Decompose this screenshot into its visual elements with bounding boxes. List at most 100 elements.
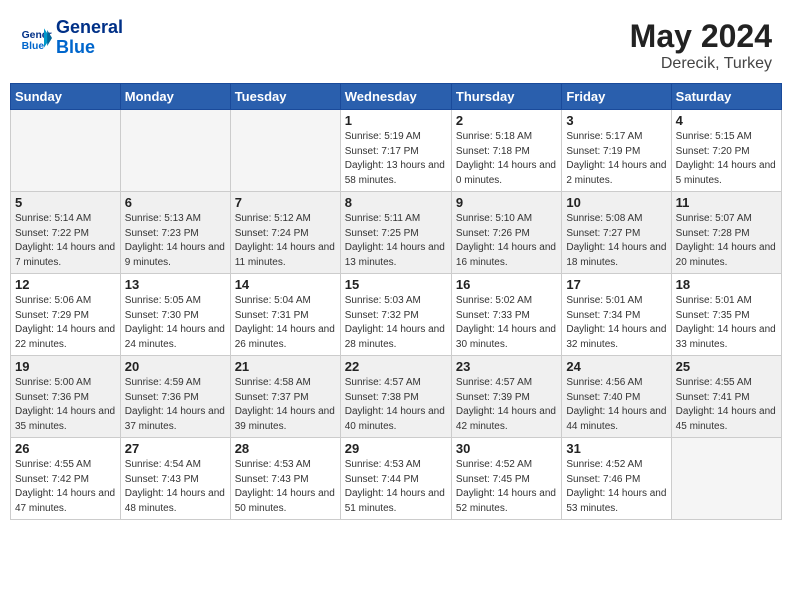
- day-info: Sunrise: 5:15 AMSunset: 7:20 PMDaylight:…: [676, 130, 777, 188]
- day-number: 29: [345, 441, 447, 456]
- calendar-cell: 29 Sunrise: 4:53 AMSunset: 7:44 PMDayligh…: [340, 438, 451, 520]
- calendar-cell: 14Sunrise: 5:04 AMSunset: 7:31 PMDayligh…: [230, 274, 340, 356]
- calendar-cell: 3 Sunrise: 5:17 AMSunset: 7:19 PMDaylight…: [562, 110, 671, 192]
- weekday-header-sunday: Sunday: [11, 84, 121, 110]
- calendar-week-3: 12 Sunrise: 5:06 AMSunset: 7:29 PMDayligh…: [11, 274, 782, 356]
- day-number: 1: [345, 113, 447, 128]
- day-info: Sunrise: 5:17 AMSunset: 7:19 PMDaylight:…: [566, 130, 666, 188]
- day-number: 16: [456, 277, 557, 292]
- day-number: 22: [345, 359, 447, 374]
- calendar-cell: 30 Sunrise: 4:52 AMSunset: 7:45 PMDayligh…: [451, 438, 561, 520]
- weekday-header-monday: Monday: [120, 84, 230, 110]
- day-info: Sunrise: 5:12 AMSunset: 7:24 PMDaylight:…: [235, 212, 336, 270]
- calendar-week-1: 1 Sunrise: 5:19 AMSunset: 7:17 PMDaylight…: [11, 110, 782, 192]
- svg-text:Blue: Blue: [22, 41, 45, 52]
- day-number: 6: [125, 195, 226, 210]
- day-info: Sunrise: 4:55 AMSunset: 7:41 PMDaylight:…: [676, 376, 777, 434]
- day-info: Sunrise: 5:14 AMSunset: 7:22 PMDaylight:…: [15, 212, 116, 270]
- calendar-cell: [120, 110, 230, 192]
- calendar-cell: 25Sunrise: 4:55 AMSunset: 7:41 PMDayligh…: [671, 356, 781, 438]
- day-info: Sunrise: 4:57 AMSunset: 7:38 PMDaylight:…: [345, 376, 447, 434]
- calendar-cell: 9 Sunrise: 5:10 AMSunset: 7:26 PMDaylight…: [451, 192, 561, 274]
- day-info: Sunrise: 5:01 AMSunset: 7:35 PMDaylight:…: [676, 294, 777, 352]
- day-info: Sunrise: 4:59 AMSunset: 7:36 PMDaylight:…: [125, 376, 226, 434]
- day-number: 3: [566, 113, 666, 128]
- day-info: Sunrise: 4:52 AMSunset: 7:46 PMDaylight:…: [566, 458, 666, 516]
- day-info: Sunrise: 4:52 AMSunset: 7:45 PMDaylight:…: [456, 458, 557, 516]
- day-number: 2: [456, 113, 557, 128]
- month-year: May 2024: [630, 18, 772, 55]
- location: Derecik, Turkey: [630, 55, 772, 73]
- weekday-header-thursday: Thursday: [451, 84, 561, 110]
- day-info: Sunrise: 5:02 AMSunset: 7:33 PMDaylight:…: [456, 294, 557, 352]
- day-info: Sunrise: 4:53 AMSunset: 7:43 PMDaylight:…: [235, 458, 336, 516]
- calendar-cell: 31Sunrise: 4:52 AMSunset: 7:46 PMDayligh…: [562, 438, 671, 520]
- calendar-cell: 28 Sunrise: 4:53 AMSunset: 7:43 PMDayligh…: [230, 438, 340, 520]
- day-number: 9: [456, 195, 557, 210]
- calendar-cell: 21Sunrise: 4:58 AMSunset: 7:37 PMDayligh…: [230, 356, 340, 438]
- calendar-cell: 6Sunrise: 5:13 AMSunset: 7:23 PMDaylight…: [120, 192, 230, 274]
- day-info: Sunrise: 5:19 AMSunset: 7:17 PMDaylight:…: [345, 130, 447, 188]
- day-number: 13: [125, 277, 226, 292]
- calendar-cell: 12 Sunrise: 5:06 AMSunset: 7:29 PMDayligh…: [11, 274, 121, 356]
- calendar-cell: 17Sunrise: 5:01 AMSunset: 7:34 PMDayligh…: [562, 274, 671, 356]
- day-info: Sunrise: 5:11 AMSunset: 7:25 PMDaylight:…: [345, 212, 447, 270]
- calendar-cell: 11Sunrise: 5:07 AMSunset: 7:28 PMDayligh…: [671, 192, 781, 274]
- day-info: Sunrise: 5:10 AMSunset: 7:26 PMDaylight:…: [456, 212, 557, 270]
- calendar-cell: [230, 110, 340, 192]
- calendar-cell: 23Sunrise: 4:57 AMSunset: 7:39 PMDayligh…: [451, 356, 561, 438]
- weekday-header-tuesday: Tuesday: [230, 84, 340, 110]
- weekday-header-friday: Friday: [562, 84, 671, 110]
- calendar-cell: 7 Sunrise: 5:12 AMSunset: 7:24 PMDaylight…: [230, 192, 340, 274]
- day-number: 10: [566, 195, 666, 210]
- weekday-header-row: SundayMondayTuesdayWednesdayThursdayFrid…: [11, 84, 782, 110]
- day-number: 8: [345, 195, 447, 210]
- day-number: 20: [125, 359, 226, 374]
- calendar-cell: 26 Sunrise: 4:55 AMSunset: 7:42 PMDayligh…: [11, 438, 121, 520]
- day-number: 24: [566, 359, 666, 374]
- day-number: 15: [345, 277, 447, 292]
- day-info: Sunrise: 4:55 AMSunset: 7:42 PMDaylight:…: [15, 458, 116, 516]
- day-number: 30: [456, 441, 557, 456]
- day-number: 5: [15, 195, 116, 210]
- day-number: 12: [15, 277, 116, 292]
- day-number: 21: [235, 359, 336, 374]
- calendar-cell: 24 Sunrise: 4:56 AMSunset: 7:40 PMDayligh…: [562, 356, 671, 438]
- day-info: Sunrise: 5:18 AMSunset: 7:18 PMDaylight:…: [456, 130, 557, 188]
- day-number: 28: [235, 441, 336, 456]
- day-info: Sunrise: 5:01 AMSunset: 7:34 PMDaylight:…: [566, 294, 666, 352]
- logo: General Blue General Blue: [20, 18, 123, 58]
- day-info: Sunrise: 5:08 AMSunset: 7:27 PMDaylight:…: [566, 212, 666, 270]
- day-info: Sunrise: 4:54 AMSunset: 7:43 PMDaylight:…: [125, 458, 226, 516]
- calendar-cell: 16 Sunrise: 5:02 AMSunset: 7:33 PMDayligh…: [451, 274, 561, 356]
- logo-line2: Blue: [56, 38, 123, 58]
- logo-line1: General: [56, 18, 123, 38]
- day-info: Sunrise: 4:56 AMSunset: 7:40 PMDaylight:…: [566, 376, 666, 434]
- day-info: Sunrise: 4:53 AMSunset: 7:44 PMDaylight:…: [345, 458, 447, 516]
- day-number: 23: [456, 359, 557, 374]
- calendar-cell: 18 Sunrise: 5:01 AMSunset: 7:35 PMDayligh…: [671, 274, 781, 356]
- weekday-header-wednesday: Wednesday: [340, 84, 451, 110]
- calendar-cell: 8 Sunrise: 5:11 AMSunset: 7:25 PMDaylight…: [340, 192, 451, 274]
- day-info: Sunrise: 5:00 AMSunset: 7:36 PMDaylight:…: [15, 376, 116, 434]
- day-number: 7: [235, 195, 336, 210]
- calendar-cell: 13 Sunrise: 5:05 AMSunset: 7:30 PMDayligh…: [120, 274, 230, 356]
- calendar-cell: 5 Sunrise: 5:14 AMSunset: 7:22 PMDaylight…: [11, 192, 121, 274]
- day-info: Sunrise: 5:04 AMSunset: 7:31 PMDaylight:…: [235, 294, 336, 352]
- day-info: Sunrise: 5:06 AMSunset: 7:29 PMDaylight:…: [15, 294, 116, 352]
- day-number: 27: [125, 441, 226, 456]
- calendar-cell: [11, 110, 121, 192]
- day-number: 11: [676, 195, 777, 210]
- day-number: 26: [15, 441, 116, 456]
- day-info: Sunrise: 5:03 AMSunset: 7:32 PMDaylight:…: [345, 294, 447, 352]
- calendar-week-4: 19 Sunrise: 5:00 AMSunset: 7:36 PMDayligh…: [11, 356, 782, 438]
- page-header: General Blue General Blue May 2024 Derec…: [10, 10, 782, 79]
- calendar-cell: [671, 438, 781, 520]
- day-number: 18: [676, 277, 777, 292]
- calendar-cell: 10 Sunrise: 5:08 AMSunset: 7:27 PMDayligh…: [562, 192, 671, 274]
- day-info: Sunrise: 5:05 AMSunset: 7:30 PMDaylight:…: [125, 294, 226, 352]
- calendar-cell: 4 Sunrise: 5:15 AMSunset: 7:20 PMDaylight…: [671, 110, 781, 192]
- day-number: 4: [676, 113, 777, 128]
- day-number: 19: [15, 359, 116, 374]
- calendar-cell: 22 Sunrise: 4:57 AMSunset: 7:38 PMDayligh…: [340, 356, 451, 438]
